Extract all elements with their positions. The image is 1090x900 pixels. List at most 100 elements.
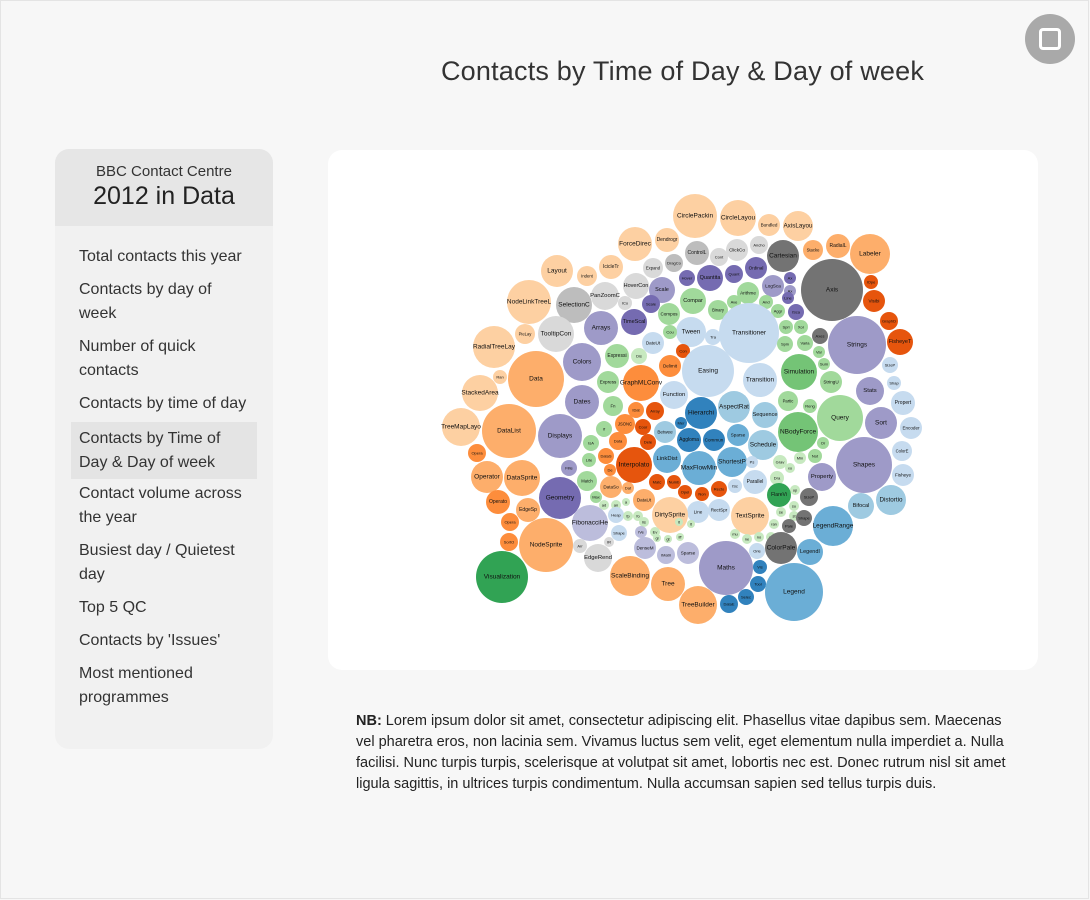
bubble[interactable]: Dra xyxy=(770,471,784,485)
bubble[interactable]: Max xyxy=(590,491,602,503)
bubble[interactable]: Shap xyxy=(887,376,901,390)
bubble[interactable]: LegendI xyxy=(797,539,823,565)
bubble[interactable]: Colors xyxy=(563,343,601,381)
bubble[interactable]: Data xyxy=(609,432,627,450)
bubble[interactable]: Non xyxy=(695,487,709,501)
bubble[interactable]: ShortestP xyxy=(717,447,747,477)
bubble[interactable]: Not xyxy=(808,449,822,463)
bubble[interactable]: StringU xyxy=(820,371,842,393)
bubble[interactable]: Sort xyxy=(865,407,897,439)
bubble[interactable]: PanZoomC xyxy=(590,282,621,310)
bubble[interactable]: Recto xyxy=(711,481,727,497)
bubble[interactable]: Coor xyxy=(635,419,651,435)
bubble[interactable]: Quantita xyxy=(697,265,723,291)
bubble[interactable]: Or xyxy=(817,437,829,449)
bubble[interactable]: AxisLayou xyxy=(783,211,813,241)
bubble[interactable]: ControlL xyxy=(685,241,709,265)
bubble[interactable]: Line xyxy=(687,501,709,523)
bubble[interactable]: Geometry xyxy=(539,477,581,519)
bubble[interactable]: Query xyxy=(817,395,863,441)
bubble[interactable]: Bifocal xyxy=(848,493,874,519)
bubble[interactable]: ColorE xyxy=(892,441,912,461)
bubble[interactable]: ICo xyxy=(618,296,632,310)
bubble[interactable]: Data xyxy=(508,351,564,407)
bubble[interactable]: DateUt xyxy=(642,332,664,354)
bubble[interactable]: Var xyxy=(813,346,825,358)
bubble[interactable]: Expressi xyxy=(605,344,629,368)
bubble[interactable]: RadialTreeLay xyxy=(473,326,516,368)
bubble[interactable]: Fisheye xyxy=(892,464,914,486)
bubble[interactable]: Axis xyxy=(801,259,863,321)
bubble[interactable]: DataS xyxy=(598,448,614,464)
bubble[interactable]: Heap xyxy=(608,507,624,523)
bubble[interactable]: Opel xyxy=(678,485,692,499)
bubble[interactable]: StackedArea xyxy=(461,375,499,411)
nav-item-top-5-qc[interactable]: Top 5 QC xyxy=(71,593,257,626)
bubble[interactable]: no xyxy=(754,532,764,542)
bubble[interactable]: Xor xyxy=(794,320,808,334)
bubble[interactable]: ColorPale xyxy=(765,532,797,564)
bubble[interactable]: Operator xyxy=(471,461,503,493)
bubble[interactable]: De xyxy=(604,464,616,476)
bubble[interactable]: IOpe xyxy=(864,275,878,289)
bubble[interactable]: RectSpr xyxy=(708,499,730,521)
bubble[interactable]: GraphD xyxy=(880,312,898,330)
nav-item-contacts-by-time[interactable]: Contacts by time of day xyxy=(71,389,257,422)
bubble[interactable]: Strings xyxy=(828,316,886,374)
bubble[interactable]: IcicleTr xyxy=(599,255,623,279)
bubble[interactable]: Dele xyxy=(640,434,656,450)
bubble[interactable]: Tool xyxy=(750,576,766,592)
bubble[interactable]: DataE xyxy=(720,595,738,613)
bubble[interactable]: Cou xyxy=(663,325,677,339)
bubble[interactable]: Express xyxy=(597,371,619,393)
bubble[interactable]: Lite xyxy=(582,453,596,467)
bubble[interactable]: Cont xyxy=(710,248,728,266)
bubble[interactable]: Displays xyxy=(538,414,582,458)
bubble[interactable]: DataList xyxy=(482,404,536,458)
bubble[interactable]: Numb xyxy=(667,475,681,489)
bubble[interactable]: Orie xyxy=(749,543,765,559)
bubble[interactable]: Sum xyxy=(818,358,830,370)
bubble[interactable]: Visibi xyxy=(863,290,885,312)
bubble[interactable]: FisheyeT xyxy=(887,329,913,355)
bubble[interactable]: su xyxy=(789,501,799,511)
bubble[interactable]: Commun xyxy=(703,429,725,451)
bubble[interactable]: lt xyxy=(675,518,683,526)
nav-item-contact-volume[interactable]: Contact volume across the year xyxy=(71,479,257,536)
bubble[interactable]: DataSo xyxy=(600,476,622,498)
bubble[interactable]: DenseM xyxy=(634,537,656,559)
bubble[interactable]: Labeler xyxy=(850,234,890,274)
bubble[interactable]: gt xyxy=(664,535,672,543)
bubble[interactable]: EdgeRend xyxy=(584,544,612,572)
bubble[interactable]: Varia xyxy=(797,335,813,351)
bubble[interactable]: DragCo xyxy=(665,254,683,272)
bubble[interactable]: xo xyxy=(785,463,795,473)
bubble[interactable]: Function xyxy=(660,381,688,409)
bubble[interactable]: Indent xyxy=(577,266,597,286)
bubble[interactable]: TimeScal xyxy=(621,309,647,335)
bubble[interactable]: Ran xyxy=(493,370,507,384)
bubble[interactable]: HoverCon xyxy=(623,273,649,299)
bubble[interactable]: Match xyxy=(577,471,597,491)
bubble[interactable]: Shapes xyxy=(836,437,892,493)
bubble[interactable]: EdgeSp xyxy=(516,498,540,522)
nav-item-total-contacts[interactable]: Total contacts this year xyxy=(71,242,257,275)
bubble[interactable]: Grav xyxy=(773,455,787,469)
bubble[interactable]: Opera xyxy=(468,444,486,462)
nav-item-contacts-by-day[interactable]: Contacts by day of week xyxy=(71,275,257,332)
bubble[interactable]: CircleLayou xyxy=(720,200,756,236)
bubble[interactable]: TreeMapLayo xyxy=(441,408,481,446)
bubble[interactable]: Encoder xyxy=(900,417,922,439)
bubble[interactable]: Tween xyxy=(676,317,706,347)
bubble[interactable]: Cartesian xyxy=(767,240,799,272)
bubble[interactable]: SortO xyxy=(500,533,518,551)
bubble[interactable]: Scale xyxy=(642,295,660,313)
nav-item-contacts-by-issues[interactable]: Contacts by 'Issues' xyxy=(71,626,257,659)
bubble[interactable]: Sparse xyxy=(677,542,699,564)
bubble[interactable]: AspectRat xyxy=(718,391,750,423)
bubble[interactable]: IR xyxy=(604,537,614,547)
bubble[interactable]: Maths xyxy=(699,541,753,595)
bubble[interactable]: DataSprite xyxy=(504,460,540,496)
bubble[interactable]: Opera xyxy=(501,513,519,531)
bubble[interactable]: GraphMLConv xyxy=(620,365,663,401)
